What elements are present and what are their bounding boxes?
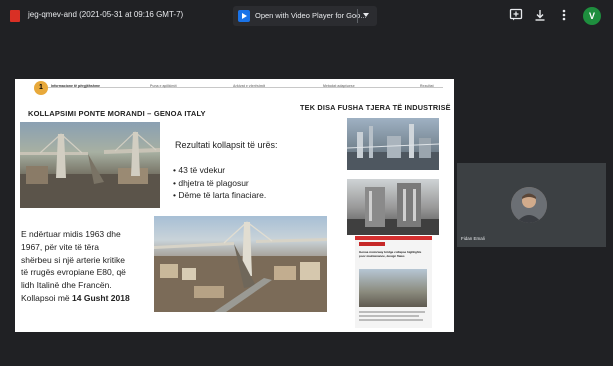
progress-step: Arkivat e vlerësimit: [233, 84, 266, 88]
bridge-description: E ndërtuar midis 1963 dhe 1967, për vite…: [21, 228, 156, 305]
news-logo: [359, 242, 385, 246]
description-line: të rrugës evropiane E80, që: [21, 267, 126, 278]
more-vert-icon[interactable]: [557, 8, 571, 22]
description-line-text: Kollapsoi më: [21, 292, 73, 303]
progress-step: Metodat adaptuese: [323, 84, 355, 88]
participant-video-thumbnail: [511, 187, 547, 223]
description-line: Kollapsoi më 14 Gusht 2018: [21, 292, 156, 305]
open-with-label: Open with Video Player for Goo...: [255, 11, 367, 20]
news-photo: [359, 269, 427, 307]
file-title: jeg-qmev-and (2021-05-31 at 09:16 GMT-7): [28, 10, 184, 19]
progress-step-marker: 1: [34, 81, 48, 95]
list-item: 43 të vdekur: [173, 165, 266, 178]
progress-step: Rezultat: [420, 84, 434, 88]
slide-progress-bar: 1 Informacione të përgjithshme Puna e ap…: [15, 79, 454, 97]
collapsed-bridge-photo: [20, 122, 160, 208]
add-comment-icon[interactable]: [509, 8, 523, 22]
description-line: lidh Italinë dhe Francën.: [21, 280, 112, 291]
news-header-bar: [355, 236, 432, 240]
list-item: dhjetra të plagosur: [173, 178, 266, 191]
industry-photo-structure: [347, 179, 439, 235]
presentation-slide: 1 Informacione të përgjithshme Puna e ap…: [15, 79, 454, 332]
description-line: shërbeu si një arterie kritike: [21, 254, 125, 265]
description-line: 1967, për vite të tëra: [21, 241, 99, 252]
viewer-toolbar: jeg-qmev-and (2021-05-31 at 09:16 GMT-7)…: [0, 0, 613, 34]
slide-title: KOLLAPSIMI PONTE MORANDI – GENOA ITALY: [28, 109, 206, 118]
genoa-aerial-photo: [154, 216, 327, 312]
open-with-button[interactable]: Open with Video Player for Goo...: [233, 6, 377, 26]
slide-subtitle: TEK DISA FUSHA TJERA TË INDUSTRISË: [300, 103, 451, 112]
news-text-line: [359, 319, 423, 321]
collapse-date: 14 Gusht 2018: [72, 292, 130, 303]
chevron-down-icon[interactable]: [363, 13, 369, 17]
download-icon[interactable]: [533, 8, 547, 22]
news-text-line: [359, 315, 419, 317]
news-article-clipping: Genoa motorway bridge collapse highlight…: [355, 236, 432, 328]
progress-step: Informacione të përgjithshme: [51, 84, 101, 88]
news-text-line: [359, 311, 425, 313]
results-list: 43 të vdekur dhjetra të plagosur Dëme të…: [173, 165, 266, 203]
participant-tile: Fidan Emali: [457, 163, 606, 247]
description-line: E ndërtuar midis 1963 dhe: [21, 229, 121, 239]
open-with-divider: [357, 9, 358, 23]
participant-name: Fidan Emali: [461, 236, 485, 241]
news-headline: Genoa motorway bridge collapse highlight…: [359, 250, 422, 258]
progress-step: Puna e aplikimit: [150, 84, 177, 88]
results-heading: Rezultati kollapsit të urës:: [175, 140, 278, 150]
account-avatar[interactable]: V: [583, 7, 601, 25]
video-player-icon: [238, 10, 250, 22]
list-item: Dëme të larta finaciare.: [173, 190, 266, 203]
meet-recording-viewer: jeg-qmev-and (2021-05-31 at 09:16 GMT-7)…: [0, 0, 613, 366]
industry-photo-refinery: [347, 118, 439, 170]
video-file-icon: [10, 10, 20, 22]
